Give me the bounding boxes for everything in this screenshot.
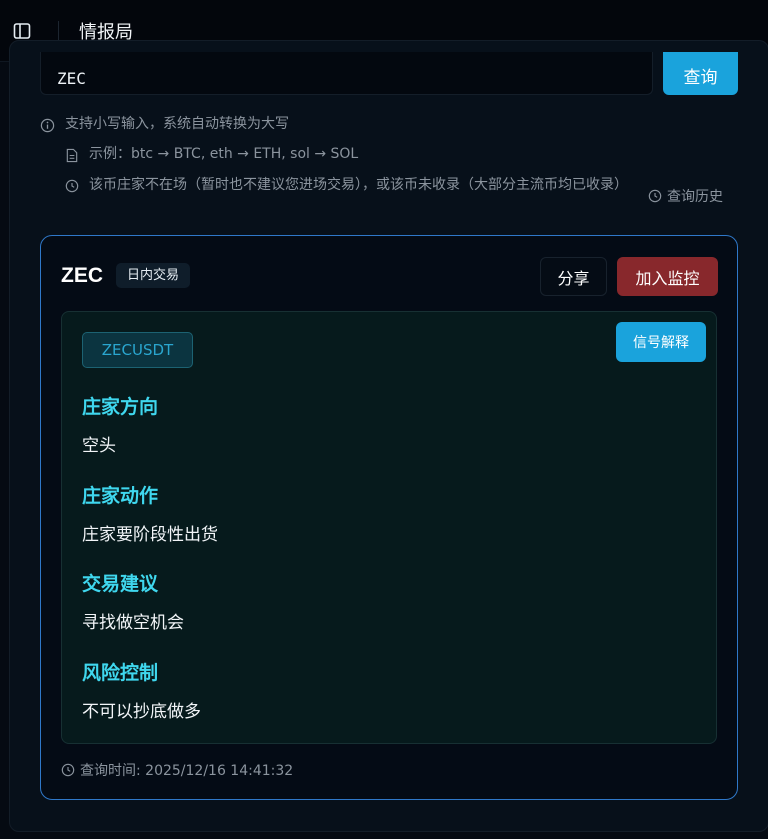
section-value-direction: 空头: [82, 436, 116, 456]
hint-example-text: 示例：btc → BTC, eth → ETH, sol → SOL: [89, 146, 359, 162]
query-time-text: 查询时间: 2025/12/16 14:41:32: [80, 763, 294, 779]
section-value-risk: 不可以抄底做多: [82, 702, 201, 722]
query-history-button[interactable]: 查询历史: [648, 186, 723, 206]
add-to-monitor-button[interactable]: 加入监控: [617, 257, 718, 296]
signal-explain-button[interactable]: 信号解释: [616, 322, 706, 362]
signal-panel: ZECUSDT 信号解释 庄家方向 空头 庄家动作 庄家要阶段性出货 交易建议 …: [61, 311, 717, 744]
query-time: 查询时间: 2025/12/16 14:41:32: [61, 760, 293, 780]
clock-icon: [65, 179, 79, 193]
hint-status-text: 该币庄家不在场（暂时也不建议您进场交易），或该币未收录（大部分主流币均已收录）: [89, 177, 628, 193]
section-heading-action: 庄家动作: [82, 485, 159, 507]
symbol-search-input[interactable]: [40, 52, 653, 95]
info-icon: [40, 118, 55, 133]
hint-lowercase-text: 支持小写输入，系统自动转换为大写: [65, 116, 289, 132]
hint-example: 示例：btc → BTC, eth → ETH, sol → SOL: [65, 145, 358, 164]
section-value-advice: 寻找做空机会: [82, 613, 184, 633]
hint-lowercase: 支持小写输入，系统自动转换为大写: [40, 115, 289, 134]
section-value-action: 庄家要阶段性出货: [82, 525, 218, 545]
share-button[interactable]: 分享: [540, 257, 607, 296]
section-heading-advice: 交易建议: [82, 573, 159, 595]
clock-icon: [61, 763, 75, 777]
query-button[interactable]: 查询: [663, 52, 738, 95]
result-card: ZEC 日内交易 分享 加入监控 ZECUSDT 信号解释 庄家方向 空头 庄家…: [40, 235, 738, 800]
hint-status: 该币庄家不在场（暂时也不建议您进场交易），或该币未收录（大部分主流币均已收录）: [65, 176, 640, 195]
query-history-label: 查询历史: [667, 189, 723, 205]
section-heading-direction: 庄家方向: [82, 396, 159, 418]
clock-icon: [648, 189, 662, 203]
section-heading-risk: 风险控制: [82, 662, 159, 684]
symbol-title: ZEC: [61, 264, 103, 287]
topbar-divider: [58, 20, 59, 41]
document-icon: [66, 148, 78, 163]
trading-mode-badge: 日内交易: [116, 263, 191, 288]
pair-badge: ZECUSDT: [82, 332, 193, 368]
